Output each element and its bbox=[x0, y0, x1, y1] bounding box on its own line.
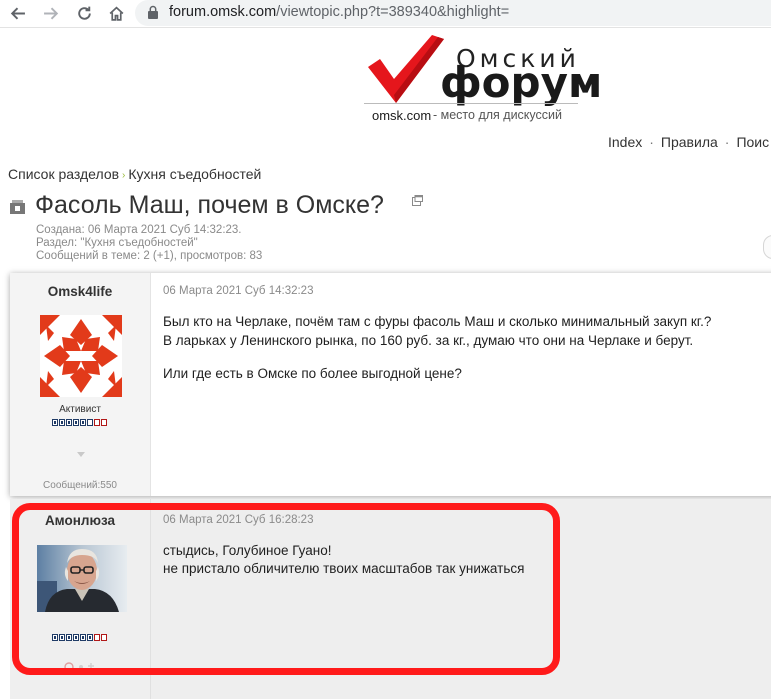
nav-separator: · bbox=[649, 134, 654, 150]
home-icon bbox=[109, 6, 123, 21]
rank-pip bbox=[101, 634, 107, 641]
address-url[interactable]: forum.omsk.com/viewtopic.php?t=389340&hi… bbox=[169, 4, 509, 20]
post-1-expand-icon[interactable] bbox=[77, 452, 85, 457]
rank-pip bbox=[80, 634, 86, 641]
rank-pip bbox=[59, 419, 65, 426]
post-2-badge-icons bbox=[64, 662, 94, 672]
post-2-line: стыдись, Голубиное Гуано! bbox=[163, 543, 332, 558]
rank-pip bbox=[101, 419, 107, 426]
home-button[interactable] bbox=[105, 2, 127, 24]
rank-pip bbox=[94, 634, 100, 641]
open-new-window-icon[interactable] bbox=[412, 195, 423, 206]
topic-created: Создана: 06 Марта 2021 Суб 14:32:23. bbox=[36, 224, 242, 236]
post-1-date: 06 Марта 2021 Суб 14:32:23 bbox=[163, 285, 314, 297]
browser-toolbar: forum.omsk.com/viewtopic.php?t=389340&hi… bbox=[0, 0, 771, 28]
forward-button[interactable] bbox=[40, 2, 62, 24]
url-host: forum.omsk.com bbox=[169, 4, 277, 20]
breadcrumb-arrow-icon: › bbox=[122, 170, 126, 181]
rank-pip bbox=[73, 419, 79, 426]
post-2: Амонлюза 06 Марта 2021 Суб 16:28:23 стыд… bbox=[10, 499, 771, 699]
post-2-author-panel: Амонлюза bbox=[10, 499, 150, 699]
post-2-username[interactable]: Амонлюза bbox=[10, 513, 150, 528]
nav-separator: · bbox=[724, 134, 730, 150]
post-1-body: 06 Марта 2021 Суб 14:32:23 Был кто на Че… bbox=[150, 273, 771, 496]
nav-index-link[interactable]: Index bbox=[608, 134, 642, 150]
url-path: /viewtopic.php?t=389340&highlight= bbox=[276, 4, 510, 20]
post-2-date: 06 Марта 2021 Суб 16:28:23 bbox=[163, 514, 314, 526]
reload-icon bbox=[77, 6, 91, 20]
rank-pip bbox=[66, 634, 72, 641]
post-1-line: Был кто на Черлаке, почём там с фуры фас… bbox=[163, 314, 712, 329]
post-1-rank-pips bbox=[52, 419, 107, 426]
post-1-rank: Активист bbox=[59, 404, 101, 415]
topic-stats: Сообщений в теме: 2 (+1), просмотров: 83 bbox=[36, 250, 263, 262]
rank-pip bbox=[66, 419, 72, 426]
logo-tagline: - место для дискуссий bbox=[433, 108, 562, 122]
rank-pip bbox=[87, 419, 93, 426]
breadcrumb-forums-link[interactable]: Список разделов bbox=[8, 166, 119, 182]
nav-search-link[interactable]: Поис bbox=[736, 134, 769, 150]
post-1-message-count: Сообщений:550 bbox=[43, 480, 117, 491]
logo-divider bbox=[364, 103, 578, 104]
post-1: Omsk4life Активист Сообщений:550 06 Март… bbox=[10, 273, 771, 496]
post-2-line: не пристало обличителю твоих масштабов т… bbox=[163, 561, 525, 576]
post-1-avatar[interactable] bbox=[40, 315, 122, 397]
scroll-button[interactable] bbox=[763, 235, 771, 259]
post-1-line: Или где есть в Омске по более выгодной ц… bbox=[163, 366, 462, 381]
reload-button[interactable] bbox=[73, 2, 95, 24]
rank-pip bbox=[59, 634, 65, 641]
topic-icon bbox=[10, 200, 25, 214]
logo-domain[interactable]: omsk.com bbox=[372, 108, 431, 123]
logo-forum: форум bbox=[440, 58, 603, 107]
page-title: Фасоль Маш, почем в Омске? bbox=[35, 191, 384, 219]
arrow-left-icon bbox=[10, 7, 25, 19]
rank-pip bbox=[87, 634, 93, 641]
post-1-line: В ларьках у Ленинского рынка, по 160 руб… bbox=[163, 333, 694, 348]
top-nav: Index · Правила · Поис bbox=[608, 134, 769, 150]
post-2-body: 06 Марта 2021 Суб 16:28:23 стыдись, Голу… bbox=[150, 499, 771, 699]
post-2-avatar[interactable] bbox=[37, 545, 127, 612]
rank-pip bbox=[52, 634, 58, 641]
logo-checkmark-icon bbox=[368, 35, 444, 103]
breadcrumb: Список разделов › Кухня съедобностей bbox=[8, 166, 261, 182]
breadcrumb-section-link[interactable]: Кухня съедобностей bbox=[128, 166, 261, 182]
post-1-username[interactable]: Omsk4life bbox=[10, 284, 150, 299]
post-1-author-panel: Omsk4life Активист Сообщений:550 bbox=[10, 273, 150, 496]
rank-pip bbox=[80, 419, 86, 426]
back-button[interactable] bbox=[6, 2, 28, 24]
topic-section: Раздел: "Кухня съедобностей" bbox=[36, 237, 198, 249]
rank-pip bbox=[52, 419, 58, 426]
rank-pip bbox=[73, 634, 79, 641]
post-2-rank-pips bbox=[52, 634, 107, 641]
arrow-right-icon bbox=[43, 7, 58, 19]
nav-rules-link[interactable]: Правила bbox=[661, 134, 718, 150]
rank-pip bbox=[94, 419, 100, 426]
lock-icon bbox=[148, 5, 158, 19]
